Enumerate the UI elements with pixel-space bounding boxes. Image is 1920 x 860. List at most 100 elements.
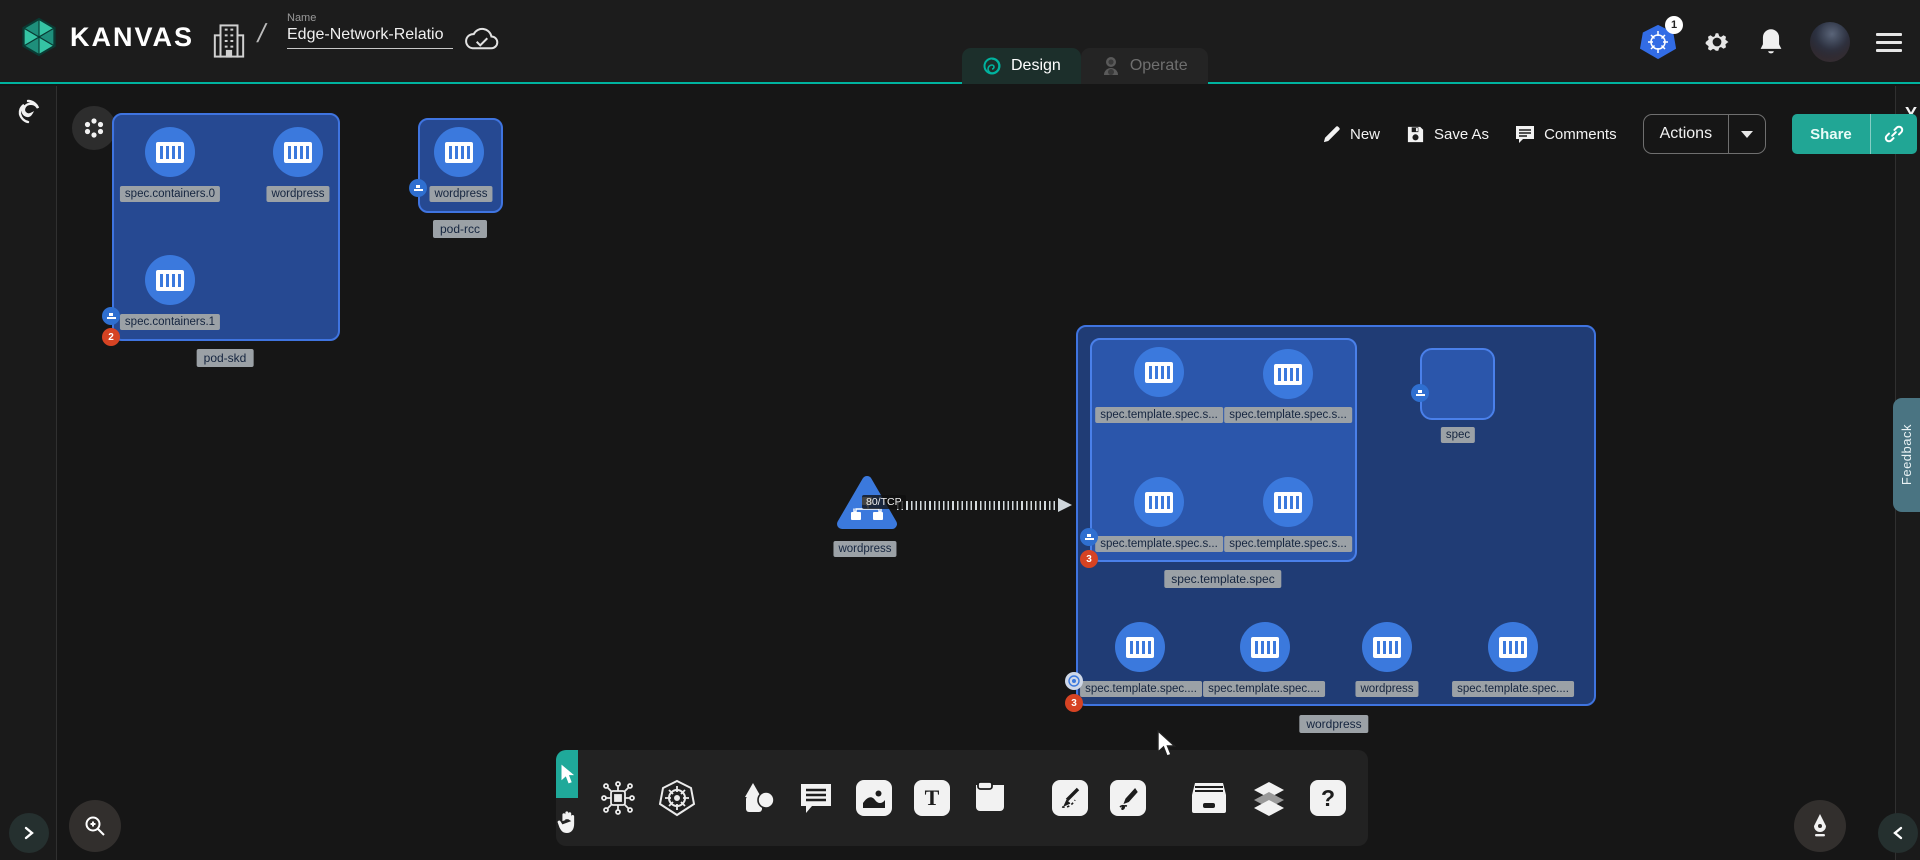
design-name-input[interactable]	[287, 24, 453, 49]
kanvas-app: KANVAS / Name	[0, 0, 1920, 860]
actions-caret-button[interactable]	[1728, 115, 1765, 153]
tool-shapes[interactable]	[740, 781, 776, 815]
kubernetes-count-badge: 1	[1665, 16, 1683, 34]
node-label: wordpress	[429, 186, 492, 202]
design-tab-label: Design	[1011, 57, 1061, 75]
kanvas-logo-icon	[18, 16, 60, 58]
tool-help[interactable]: ?	[1310, 780, 1346, 816]
tool-select[interactable]	[556, 750, 578, 798]
node-wordpress-container[interactable]	[434, 127, 484, 177]
hamburger-menu-icon[interactable]	[1876, 33, 1902, 52]
pod-skd-error-badge[interactable]: 2	[102, 328, 120, 346]
tool-edge-pen[interactable]	[1052, 780, 1088, 816]
node-label: spec	[1441, 427, 1475, 443]
tool-note[interactable]	[972, 781, 1008, 815]
deployment-icon	[1068, 675, 1080, 687]
edge-service-to-deployment[interactable]	[897, 501, 1060, 510]
deployment-kind-badge[interactable]	[1065, 672, 1083, 690]
chevron-left-icon	[1891, 826, 1905, 840]
component-tools	[578, 750, 718, 846]
kubernetes-context-button[interactable]: 1	[1640, 23, 1676, 61]
comment-bubble-icon	[798, 781, 834, 815]
drawer-archive-icon	[1190, 781, 1228, 815]
deployment-error-badge[interactable]: 3	[1065, 694, 1083, 712]
comments-button[interactable]: Comments	[1515, 125, 1617, 144]
zoom-search-button[interactable]	[69, 800, 121, 852]
node-row-container[interactable]	[1488, 622, 1538, 672]
expand-left-panel-button[interactable]	[9, 813, 49, 853]
node-template-container[interactable]	[1263, 477, 1313, 527]
tool-freehand-draw[interactable]	[1110, 780, 1146, 816]
design-action-bar: New Save As Comments Actions Share	[1322, 112, 1917, 156]
link-icon	[1884, 124, 1904, 144]
tool-image[interactable]	[856, 780, 892, 816]
container-icon	[445, 142, 473, 163]
node-row-container[interactable]	[1240, 622, 1290, 672]
settings-gear-icon[interactable]	[1702, 27, 1732, 57]
feedback-tab-label: Feedback	[1899, 424, 1914, 485]
node-row-container[interactable]	[1362, 622, 1412, 672]
operate-tab-icon	[1101, 55, 1121, 77]
pod-rcc-kind-badge[interactable]	[409, 179, 427, 197]
node-label: spec.template.spec.s...	[1095, 536, 1223, 552]
tool-comment[interactable]	[798, 781, 834, 815]
template-error-badge[interactable]: 3	[1080, 550, 1098, 568]
tab-operate[interactable]: Operate	[1081, 48, 1208, 84]
template-kind-badge[interactable]	[1080, 528, 1098, 546]
node-template-container[interactable]	[1134, 347, 1184, 397]
node-spec-containers-0[interactable]	[145, 127, 195, 177]
feedback-tab[interactable]: Feedback	[1893, 398, 1920, 512]
left-rail	[0, 86, 57, 860]
group-spec-template-spec[interactable]	[1090, 338, 1357, 562]
new-pencil-icon	[1322, 125, 1341, 144]
pencil-scribble-icon	[1110, 780, 1146, 816]
drawing-tools	[1030, 750, 1168, 846]
group-label-pod-rcc: pod-rcc	[433, 220, 487, 238]
node-row-container[interactable]	[1115, 622, 1165, 672]
group-label-pod-skd: pod-skd	[197, 349, 254, 367]
group-label-deployment: wordpress	[1299, 715, 1368, 733]
share-button-label: Share	[1792, 126, 1870, 143]
brand-name: KANVAS	[70, 22, 194, 53]
save-as-button[interactable]: Save As	[1406, 125, 1489, 144]
tool-layers[interactable]	[1250, 780, 1288, 816]
tab-design[interactable]: Design	[962, 48, 1081, 84]
kanvas-logo[interactable]: KANVAS	[18, 16, 194, 58]
node-spec[interactable]	[1420, 348, 1495, 420]
container-icon	[1373, 637, 1401, 658]
user-avatar[interactable]	[1810, 22, 1850, 62]
meshery-spinner-icon[interactable]	[14, 98, 42, 126]
pod-skd-kind-badge[interactable]	[102, 307, 120, 325]
chip-components-icon	[600, 780, 636, 816]
chevron-right-icon	[22, 826, 36, 840]
tool-pan[interactable]	[556, 798, 578, 846]
tool-drawer[interactable]	[1190, 781, 1228, 815]
node-label: wordpress	[1355, 681, 1418, 697]
spec-kind-badge[interactable]	[1411, 384, 1429, 402]
notifications-bell-icon[interactable]	[1758, 27, 1784, 57]
actions-dropdown-button[interactable]: Actions	[1643, 114, 1766, 154]
node-wordpress-container[interactable]	[273, 127, 323, 177]
shapes-icon	[740, 781, 776, 815]
tool-text[interactable]: T	[914, 780, 950, 816]
organization-icon[interactable]	[212, 22, 246, 60]
design-tab-icon	[982, 56, 1002, 76]
copy-link-button[interactable]	[1870, 114, 1917, 154]
node-template-container[interactable]	[1263, 349, 1313, 399]
node-spec-containers-1[interactable]	[145, 255, 195, 305]
tool-components[interactable]	[600, 780, 636, 816]
image-icon	[856, 780, 892, 816]
hand-pan-icon	[556, 810, 578, 834]
collapse-right-panel-button[interactable]	[1878, 813, 1918, 853]
breadcrumb-separator: /	[255, 18, 269, 49]
node-label: spec.template.spec.s...	[1224, 536, 1352, 552]
pen-tool-button[interactable]	[1794, 800, 1846, 852]
node-template-container[interactable]	[1134, 477, 1184, 527]
operate-tab-label: Operate	[1130, 57, 1188, 75]
canvas-flower-menu-button[interactable]	[72, 106, 116, 150]
zoom-in-magnifier-icon	[83, 814, 107, 838]
new-button[interactable]: New	[1322, 125, 1380, 144]
tool-kubernetes[interactable]	[658, 779, 696, 817]
share-button[interactable]: Share	[1792, 114, 1917, 154]
container-icon	[1274, 364, 1302, 385]
